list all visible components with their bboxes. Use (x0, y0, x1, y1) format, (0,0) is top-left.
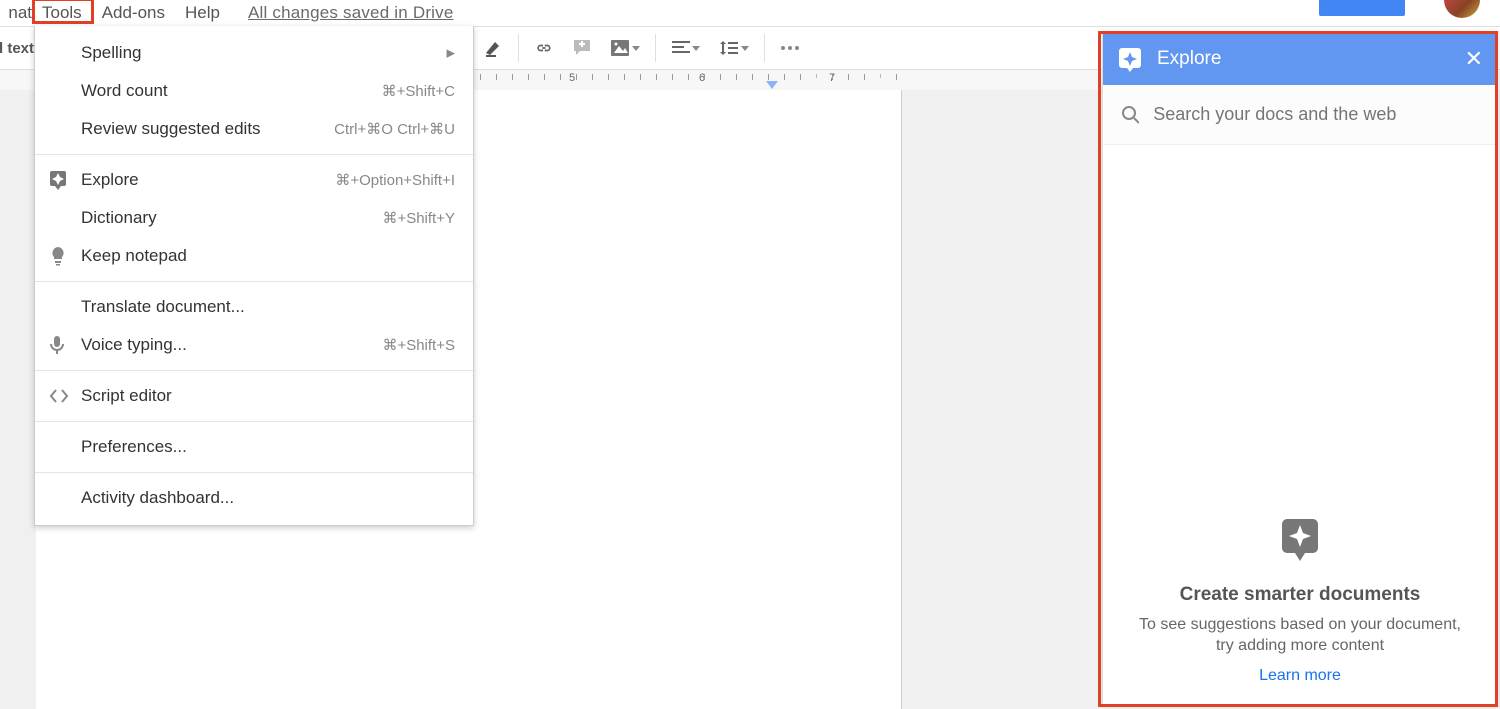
menubar-item-tools[interactable]: Tools (32, 3, 92, 23)
menubar-item-help[interactable]: Help (175, 3, 230, 23)
menu-separator (35, 421, 473, 422)
submenu-arrow-icon: ▸ (446, 43, 455, 63)
menubar-item-addons[interactable]: Add-ons (92, 3, 175, 23)
share-button[interactable] (1319, 0, 1405, 16)
chevron-down-icon (692, 46, 700, 51)
menu-item-label: Keep notepad (81, 246, 455, 266)
insert-image-button[interactable] (601, 32, 649, 64)
insert-comment-button[interactable] (563, 32, 601, 64)
menu-item-label: Dictionary (81, 208, 382, 228)
menubar-item-format-clipped[interactable]: nat (0, 3, 32, 23)
explore-panel-body: Create smarter documents To see suggesti… (1103, 145, 1497, 705)
tools-menu-item-activity[interactable]: Activity dashboard... (35, 479, 473, 517)
insert-link-button[interactable] (525, 32, 563, 64)
account-avatar[interactable] (1444, 0, 1480, 18)
menu-item-label: Review suggested edits (81, 119, 334, 139)
menu-item-label: Activity dashboard... (81, 488, 455, 508)
tools-menu-item-review[interactable]: Review suggested editsCtrl+⌘O Ctrl+⌘U (35, 110, 473, 148)
ruler-right-indent[interactable] (766, 81, 778, 89)
menu-item-label: Translate document... (81, 297, 455, 317)
explore-search-input[interactable] (1153, 104, 1479, 125)
align-button[interactable] (662, 32, 710, 64)
mic-icon (49, 335, 81, 355)
explore-panel-header: Explore ✕ (1103, 33, 1497, 85)
explore-icon (1117, 46, 1143, 72)
menu-item-label: Explore (81, 170, 335, 190)
toolbar-separator (764, 34, 765, 62)
more-toolbar-button[interactable] (771, 32, 809, 64)
save-status[interactable]: All changes saved in Drive (248, 3, 454, 23)
toolbar-group: A (436, 32, 809, 64)
toolbar-separator (518, 34, 519, 62)
explore-promo-title: Create smarter documents (1129, 584, 1471, 606)
explore-search-bar (1103, 85, 1497, 145)
explore-icon (49, 170, 81, 190)
learn-more-link[interactable]: Learn more (1259, 667, 1341, 685)
tools-menu-dropdown: Spelling▸Word count⌘+Shift+CReview sugge… (34, 26, 474, 526)
menu-item-label: Word count (81, 81, 382, 101)
highlight-color-button[interactable] (474, 32, 512, 64)
explore-empty-state: Create smarter documents To see suggesti… (1103, 517, 1497, 685)
tools-menu-item-explore[interactable]: Explore⌘+Option+Shift+I (35, 161, 473, 199)
ruler-mark: 5 (569, 72, 575, 84)
close-icon[interactable]: ✕ (1465, 46, 1483, 72)
menu-separator (35, 370, 473, 371)
menu-item-shortcut: ⌘+Shift+C (382, 82, 455, 100)
explore-icon (1278, 517, 1322, 565)
menubar: nat Tools Add-ons Help All changes saved… (0, 0, 1500, 26)
tools-menu-item-translate[interactable]: Translate document... (35, 288, 473, 326)
explore-panel: Explore ✕ Create smarter documents To se… (1102, 32, 1498, 706)
tools-menu-item-dictionary[interactable]: Dictionary⌘+Shift+Y (35, 199, 473, 237)
menu-item-label: Spelling (81, 43, 446, 63)
tools-menu-item-prefs[interactable]: Preferences... (35, 428, 473, 466)
paragraph-style-dropdown[interactable]: l text (0, 40, 36, 57)
code-icon (49, 388, 81, 404)
menu-item-shortcut: ⌘+Option+Shift+I (335, 171, 455, 189)
menu-item-label: Preferences... (81, 437, 455, 457)
menu-item-shortcut: ⌘+Shift+Y (382, 209, 455, 227)
menu-item-label: Voice typing... (81, 335, 382, 355)
explore-promo-body: To see suggestions based on your documen… (1129, 614, 1471, 657)
menu-separator (35, 154, 473, 155)
search-icon (1121, 105, 1139, 125)
chevron-down-icon (741, 46, 749, 51)
toolbar-separator (655, 34, 656, 62)
bulb-icon (49, 246, 81, 266)
tools-menu-item-keep[interactable]: Keep notepad (35, 237, 473, 275)
menu-item-shortcut: Ctrl+⌘O Ctrl+⌘U (334, 120, 455, 138)
line-spacing-button[interactable] (710, 32, 758, 64)
menu-item-shortcut: ⌘+Shift+S (382, 336, 455, 354)
tools-menu-item-spelling[interactable]: Spelling▸ (35, 34, 473, 72)
menubar-items: nat Tools Add-ons Help (0, 3, 230, 23)
explore-panel-title: Explore (1157, 48, 1221, 70)
tools-menu-item-voice[interactable]: Voice typing...⌘+Shift+S (35, 326, 473, 364)
menu-separator (35, 472, 473, 473)
tools-menu-item-script[interactable]: Script editor (35, 377, 473, 415)
menu-item-label: Script editor (81, 386, 455, 406)
menu-separator (35, 281, 473, 282)
tools-menu-item-wordcount[interactable]: Word count⌘+Shift+C (35, 72, 473, 110)
chevron-down-icon (632, 46, 640, 51)
